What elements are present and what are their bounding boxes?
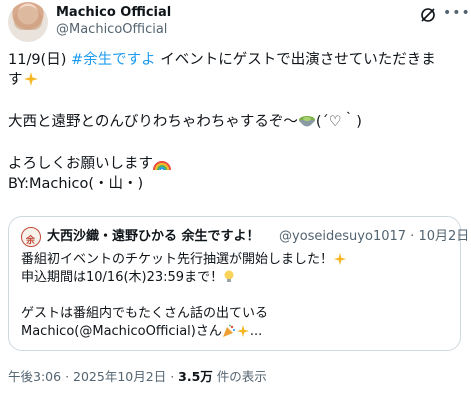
quoted-tweet-text: 番組初イベントのチケット先行抽選が開始しました！ 申込期間は10/16(木)23… bbox=[21, 251, 448, 341]
quoted-line-3: ゲストは番組内でもたくさん話の出ている bbox=[21, 305, 448, 323]
quoted-tweet[interactable]: 余 大西沙織・遠野ひかる 余生ですよ！ @yoseidesuyo1017 · 1… bbox=[8, 216, 469, 351]
quoted-ellipsis: ... bbox=[249, 324, 263, 339]
tweet-date-text: 11/9(日) bbox=[8, 52, 71, 68]
quoted-line-3-text: ゲストは番組内でもたくさん話の出ている bbox=[21, 306, 269, 321]
party-popper-emoji bbox=[222, 324, 235, 337]
sparkles-emoji bbox=[236, 324, 249, 338]
tweet-line-4: よろしくお願いします bbox=[8, 154, 463, 174]
tweet-line-4-text: よろしくお願いします bbox=[8, 156, 153, 172]
author-names[interactable]: Machico Official @MachicoOfficial bbox=[56, 4, 171, 38]
tweet-line-2: す bbox=[8, 70, 463, 90]
quoted-author-handle: @yoseidesuyo1017 bbox=[279, 229, 407, 244]
quoted-tweet-header: 余 大西沙織・遠野ひかる 余生ですよ！ @yoseidesuyo1017 · 1… bbox=[21, 227, 469, 247]
tweet-line-1-rest: イベントにゲストで出演させていただきま bbox=[155, 52, 436, 68]
sparkles-emoji bbox=[333, 252, 347, 266]
matcha-emoji bbox=[298, 116, 315, 127]
quoted-line-4-text: Machico(@MachicoOfficial)さん bbox=[21, 324, 222, 339]
quoted-author-meta: @yoseidesuyo1017 · 10月2日 bbox=[279, 227, 469, 247]
tweet-text: 11/9(日) #余生ですよ イベントにゲストで出演させていただきま す 大西と… bbox=[8, 50, 463, 194]
quoted-tweet-date: 10月2日 bbox=[418, 229, 470, 244]
quoted-avatar-text: 余 bbox=[26, 236, 36, 246]
view-count: 3.5万 bbox=[178, 369, 213, 384]
tweet-signature: BY:Machico(・山・) bbox=[8, 176, 144, 192]
quoted-author-avatar: 余 bbox=[21, 227, 41, 247]
footer-separator-2: · bbox=[170, 369, 175, 384]
tweet-full-date[interactable]: 2025年10月2日 bbox=[73, 369, 166, 384]
quoted-line-1-text: 番組初イベントのチケット先行抽選が開始しました！ bbox=[21, 252, 334, 267]
tweet-line-3-text: 大西と遠野とのんびりわちゃわちゃするぞ〜 bbox=[8, 114, 298, 130]
quoted-line-2-text: 申込期間は10/16(木)23:59まで！ bbox=[21, 270, 224, 285]
grok-icon[interactable] bbox=[419, 6, 437, 24]
author-display-name[interactable]: Machico Official bbox=[56, 4, 171, 21]
quoted-line-2: 申込期間は10/16(木)23:59まで！ bbox=[21, 269, 448, 287]
tweet-line-1: 11/9(日) #余生ですよ イベントにゲストで出演させていただきま bbox=[8, 50, 463, 70]
tweet-line-3: 大西と遠野とのんびりわちゃわちゃするぞ〜 (´♡｀) bbox=[8, 112, 463, 132]
more-icon[interactable]: ••• bbox=[443, 6, 470, 24]
tweet-emoticon: (´♡｀) bbox=[315, 114, 362, 130]
quoted-author-name: 大西沙織・遠野ひかる 余生ですよ！ bbox=[47, 229, 260, 244]
quoted-line-4: Machico(@MachicoOfficial)さん... bbox=[21, 323, 448, 341]
tweet-line-5: BY:Machico(・山・) bbox=[8, 174, 463, 194]
author-avatar[interactable] bbox=[8, 2, 48, 42]
rainbow-emoji bbox=[153, 161, 171, 171]
tweet-line-2-text: す bbox=[8, 72, 23, 88]
tweet-time[interactable]: 午後3:06 bbox=[8, 369, 61, 384]
footer-separator: · bbox=[65, 369, 70, 384]
view-count-label: 件の表示 bbox=[212, 369, 267, 384]
tweet-header: Machico Official @MachicoOfficial ••• bbox=[8, 2, 470, 42]
tweet-footer: 午後3:06 · 2025年10月2日 · 3.5万 件の表示 bbox=[8, 368, 267, 386]
quoted-line-1: 番組初イベントのチケット先行抽選が開始しました！ bbox=[21, 251, 448, 269]
hashtag-link[interactable]: #余生ですよ bbox=[71, 52, 156, 68]
quoted-meta-separator: · bbox=[410, 229, 415, 244]
author-handle[interactable]: @MachicoOfficial bbox=[56, 21, 171, 38]
sparkles-emoji bbox=[23, 72, 38, 86]
lightbulb-emoji bbox=[224, 270, 234, 282]
